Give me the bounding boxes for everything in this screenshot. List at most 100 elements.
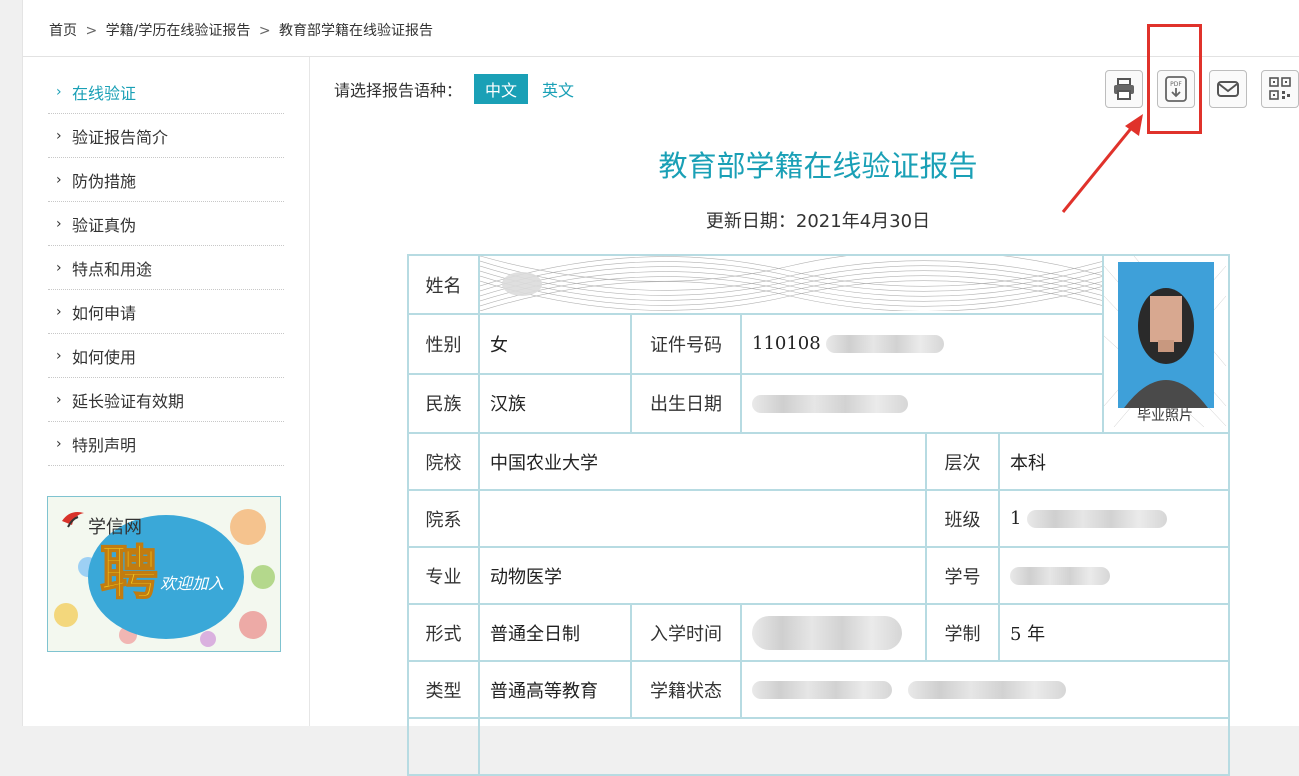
duration-label: 学制	[925, 603, 1000, 662]
guilloche-pattern	[481, 257, 1102, 311]
mail-icon	[1217, 81, 1239, 97]
chevron-right-icon: ›	[56, 127, 62, 144]
sidebar-item-label: 特别声明	[72, 435, 137, 455]
breadcrumb-current: 教育部学籍在线验证报告	[279, 23, 433, 39]
chevron-right-icon: ›	[56, 83, 62, 100]
language-selector: 请选择报告语种： 中文 英文	[334, 74, 588, 104]
breadcrumb: 首页 > 学籍/学历在线验证报告 > 教育部学籍在线验证报告	[49, 20, 433, 40]
level-label: 层次	[925, 432, 1000, 491]
sidebar-item-label: 如何使用	[72, 347, 137, 367]
enrollment-date-value	[740, 603, 927, 662]
class-value: 1	[997, 489, 1231, 548]
ethnicity-label: 民族	[407, 372, 480, 435]
qrcode-button[interactable]	[1261, 70, 1299, 108]
sidebar-item-label: 在线验证	[72, 83, 137, 103]
recruitment-banner[interactable]: 学信网 聘 欢迎加入	[47, 496, 281, 652]
banner-brand: 学信网	[88, 517, 142, 538]
table-row-partial	[407, 717, 480, 776]
id-number-value: 110108	[739, 313, 1105, 375]
sidebar-item-disclaimer[interactable]: › 特别声明	[48, 422, 284, 466]
mail-button[interactable]	[1209, 70, 1247, 108]
sidebar-item-features[interactable]: › 特点和用途	[48, 246, 284, 290]
study-form-value: 普通全日制	[478, 603, 632, 662]
education-type-value: 普通高等教育	[478, 660, 632, 719]
print-button[interactable]	[1105, 70, 1143, 108]
sidebar-item-label: 如何申请	[72, 303, 137, 323]
photo-cell: 毕业照片	[1102, 254, 1231, 434]
sidebar-item-report-intro[interactable]: › 验证报告简介	[48, 114, 284, 158]
id-number-label: 证件号码	[630, 313, 742, 375]
banner-big-char: 聘	[100, 539, 158, 607]
redacted-blur	[1027, 510, 1168, 528]
sidebar-item-label: 延长验证有效期	[72, 391, 185, 411]
major-label: 专业	[407, 546, 480, 605]
content-divider	[309, 57, 310, 726]
annotation-arrow	[1061, 114, 1143, 213]
gender-label: 性别	[407, 313, 480, 375]
sidebar-item-label: 验证真伪	[72, 215, 137, 235]
photo-caption: 毕业照片	[1137, 408, 1193, 424]
redacted-blur	[752, 615, 902, 650]
class-label: 班级	[925, 489, 1000, 548]
ethnicity-value: 汉族	[478, 372, 632, 435]
table-row-partial-value	[477, 717, 1231, 776]
sidebar-item-verify-authenticity[interactable]: › 验证真伪	[48, 202, 284, 246]
breadcrumb-level2[interactable]: 学籍/学历在线验证报告	[106, 23, 251, 39]
major-value: 动物医学	[478, 546, 927, 605]
page: 首页 > 学籍/学历在线验证报告 > 教育部学籍在线验证报告 › 在线验证 › …	[22, 0, 1299, 776]
sidebar-item-label: 验证报告简介	[72, 127, 169, 147]
sidebar-item-how-to-use[interactable]: › 如何使用	[48, 334, 284, 378]
study-form-label: 形式	[407, 603, 480, 662]
birth-date-value	[739, 372, 1105, 435]
language-label: 请选择报告语种：	[334, 81, 463, 100]
department-value	[478, 489, 927, 548]
banner-slogan: 欢迎加入	[160, 574, 224, 593]
duration-value: 5 年	[997, 603, 1231, 662]
gender-value: 女	[478, 313, 632, 375]
student-number-value	[997, 546, 1231, 605]
print-icon	[1114, 78, 1134, 100]
sidebar-item-extend-validity[interactable]: › 延长验证有效期	[48, 378, 284, 422]
sidebar-nav: › 在线验证 › 验证报告简介 › 防伪措施 › 验证真伪 › 特点和用途 › …	[48, 70, 284, 466]
class-prefix: 1	[1010, 508, 1022, 529]
report-updated-date: 更新日期：2021年4月30日	[705, 211, 931, 232]
graduation-photo: 毕业照片	[1105, 257, 1227, 428]
redacted-blur	[907, 681, 1066, 699]
sidebar-item-how-to-apply[interactable]: › 如何申请	[48, 290, 284, 334]
school-label: 院校	[407, 432, 480, 491]
name-label: 姓名	[407, 253, 480, 316]
sidebar-item-label: 特点和用途	[72, 259, 153, 279]
report-table: 姓名 毕业照片 性别 女 证件号码 110108 民族 汉族 出生日期 院校 中…	[407, 253, 1231, 776]
breadcrumb-separator: >	[258, 23, 271, 39]
qrcode-icon	[1269, 77, 1291, 100]
breadcrumb-home[interactable]: 首页	[49, 23, 77, 39]
chevron-right-icon: ›	[56, 171, 62, 188]
name-value	[477, 253, 1105, 316]
student-number-label: 学号	[925, 546, 1000, 605]
language-option-chinese[interactable]: 中文	[474, 74, 529, 104]
chevron-right-icon: ›	[56, 347, 62, 364]
enrollment-status-value	[739, 660, 1231, 719]
id-number-prefix: 110108	[752, 333, 821, 355]
language-option-english[interactable]: 英文	[528, 74, 588, 104]
education-type-label: 类型	[407, 660, 480, 719]
pdf-highlight-box	[1147, 24, 1202, 134]
enrollment-date-label: 入学时间	[630, 603, 742, 662]
redacted-blur	[752, 394, 908, 413]
chevron-right-icon: ›	[56, 303, 62, 320]
chevron-right-icon: ›	[56, 435, 62, 452]
chevron-right-icon: ›	[56, 215, 62, 232]
banner-art: 学信网 聘 欢迎加入	[54, 509, 275, 647]
department-label: 院系	[407, 489, 480, 548]
redacted-blur	[826, 335, 945, 354]
report-title: 教育部学籍在线验证报告	[658, 149, 978, 183]
enrollment-status-label: 学籍状态	[630, 660, 742, 719]
header-divider	[23, 56, 1299, 57]
level-value: 本科	[997, 432, 1231, 491]
sidebar-item-online-verify[interactable]: › 在线验证	[48, 70, 284, 114]
sidebar-item-label: 防伪措施	[72, 171, 137, 191]
birth-date-label: 出生日期	[630, 372, 742, 435]
sidebar-item-anti-fake[interactable]: › 防伪措施	[48, 158, 284, 202]
chevron-right-icon: ›	[56, 391, 62, 408]
school-value: 中国农业大学	[478, 432, 927, 491]
